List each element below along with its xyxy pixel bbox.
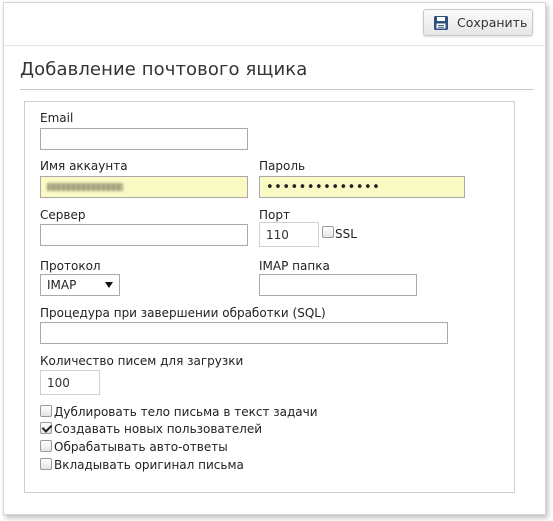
ssl-checkbox[interactable]	[322, 226, 334, 238]
protocol-select[interactable]: IMAP	[40, 274, 120, 296]
dropdown-arrow-icon	[105, 282, 113, 288]
dialog-window: Сохранить Добавление почтового ящика Ema…	[3, 2, 546, 515]
port-label: Порт	[259, 208, 290, 222]
title-divider	[20, 89, 534, 90]
server-field[interactable]	[40, 224, 248, 246]
letters-count-label: Количество писем для загрузки	[40, 354, 244, 368]
imap-folder-label: IMAP папка	[259, 259, 330, 273]
option-auto-replies-checkbox[interactable]	[40, 440, 52, 452]
port-field[interactable]: 110	[259, 222, 319, 247]
password-value: ••••••••••••••	[266, 180, 381, 195]
option-create-users-label: Создавать новых пользователей	[54, 422, 263, 436]
blurred-account-name	[47, 183, 123, 191]
imap-folder-field[interactable]	[259, 274, 417, 296]
server-label: Сервер	[40, 208, 86, 222]
password-field[interactable]: ••••••••••••••	[259, 176, 465, 198]
option-attach-original-checkbox[interactable]	[40, 458, 52, 470]
account-name-label: Имя аккаунта	[40, 159, 128, 173]
procedure-label: Процедура при завершении обработки (SQL)	[40, 306, 326, 320]
option-attach-original-label: Вкладывать оригинал письма	[54, 458, 244, 472]
email-label: Email	[40, 111, 74, 125]
protocol-label: Протокол	[40, 259, 101, 273]
toolbar: Сохранить	[4, 3, 545, 43]
option-auto-replies-label: Обрабатывать авто-ответы	[54, 440, 228, 454]
account-name-field[interactable]	[40, 176, 248, 198]
email-field[interactable]	[40, 128, 248, 150]
mailbox-form: Email Имя аккаунта Пароль ••••••••••••••…	[24, 101, 515, 493]
save-button[interactable]: Сохранить	[423, 9, 533, 36]
password-label: Пароль	[259, 159, 306, 173]
save-button-label: Сохранить	[457, 15, 528, 30]
option-duplicate-body-checkbox[interactable]	[40, 405, 52, 417]
option-create-users-checkbox[interactable]	[40, 422, 52, 434]
protocol-selected-value: IMAP	[47, 278, 77, 292]
letters-count-field[interactable]: 100	[40, 370, 100, 395]
page-title: Добавление почтового ящика	[20, 59, 308, 80]
procedure-field[interactable]	[40, 322, 448, 344]
ssl-label: SSL	[335, 227, 357, 241]
option-duplicate-body-label: Дублировать тело письма в текст задачи	[54, 405, 318, 419]
toolbar-divider	[4, 45, 545, 46]
save-icon	[433, 15, 449, 31]
